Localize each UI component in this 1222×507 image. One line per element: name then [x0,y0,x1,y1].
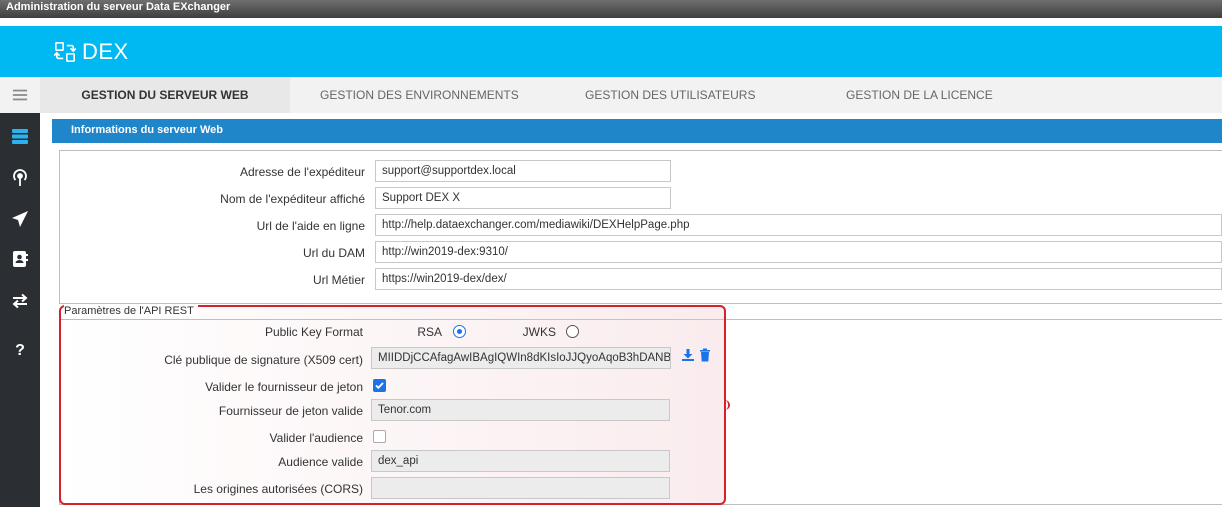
business-url-field[interactable]: https://win2019-dex/dex/ [375,268,1222,290]
contacts-icon [13,251,28,267]
sender-name-field[interactable]: Support DEX X [375,187,671,209]
sidebar: ? [0,77,40,507]
sidebar-item-send[interactable] [0,205,40,233]
sender-name-label: Nom de l'expéditeur affiché [220,192,365,206]
server-icon [12,129,28,144]
validate-audience-checkbox[interactable] [373,430,386,443]
broadcast-icon [13,169,27,186]
signature-key-field[interactable]: MIIDDjCCAfagAwIBAgIQWIn8dKIsIoJJQyoAqoB3… [371,347,671,369]
section-title: Informations du serveur Web [52,119,1222,143]
business-url-label: Url Métier [312,273,365,287]
sidebar-item-server[interactable] [0,122,40,150]
valid-audience-field[interactable]: dex_api [371,450,670,472]
rsa-option-label: RSA [417,325,442,339]
validate-issuer-label: Valider le fournisseur de jeton [205,380,363,394]
jwks-option-label: JWKS [522,325,556,339]
tab-web-server[interactable]: GESTION DU SERVEUR WEB [40,77,290,113]
valid-audience-label: Audience valide [278,455,363,469]
cors-field[interactable] [371,477,670,499]
valid-issuer-field[interactable]: Tenor.com [371,399,670,421]
signature-key-label: Clé publique de signature (X509 cert) [164,353,363,367]
dex-logo-icon [54,42,76,62]
app-name: DEX [82,39,129,64]
key-format-label: Public Key Format [264,325,363,339]
send-icon [12,211,28,227]
valid-issuer-label: Fournisseur de jeton valide [218,404,363,418]
tab-environments[interactable]: GESTION DES ENVIRONNEMENTS [320,77,519,113]
validate-issuer-checkbox[interactable] [373,379,386,392]
app-logo[interactable]: DEX [54,38,129,66]
spacer [0,18,1222,26]
dam-url-field[interactable]: http://win2019-dex:9310/ [375,241,1222,263]
app-header: DEX [0,26,1222,77]
tab-users[interactable]: GESTION DES UTILISATEURS [585,77,755,113]
download-icon[interactable] [681,348,695,362]
exchange-icon [12,293,28,309]
help-icon: ? [15,342,25,359]
jwks-radio[interactable] [566,325,579,338]
window-title: Administration du serveur Data EXchanger [0,0,1222,18]
tab-license[interactable]: GESTION DE LA LICENCE [846,77,993,113]
rsa-radio[interactable] [453,325,466,338]
sender-address-label: Adresse de l'expéditeur [239,165,365,179]
sidebar-item-exchange[interactable] [0,287,40,315]
sidebar-item-broadcast[interactable] [0,164,40,192]
tab-bar: GESTION DU SERVEUR WEB GESTION DES ENVIR… [40,77,1222,113]
sender-address-field[interactable]: support@supportdex.local [375,160,671,182]
menu-icon [12,89,28,101]
validate-audience-label: Valider l'audience [269,431,363,445]
cors-label: Les origines autorisées (CORS) [193,482,363,496]
dam-url-label: Url du DAM [302,246,365,260]
sidebar-item-contacts[interactable] [0,245,40,273]
sidebar-item-help[interactable]: ? [0,337,40,365]
sidebar-toggle[interactable] [0,77,40,113]
help-url-field[interactable]: http://help.dataexchanger.com/mediawiki/… [375,214,1222,236]
api-rest-legend: Paramètres de l'API REST [64,305,198,317]
help-url-label: Url de l'aide en ligne [256,219,365,233]
trash-icon[interactable] [698,348,712,362]
